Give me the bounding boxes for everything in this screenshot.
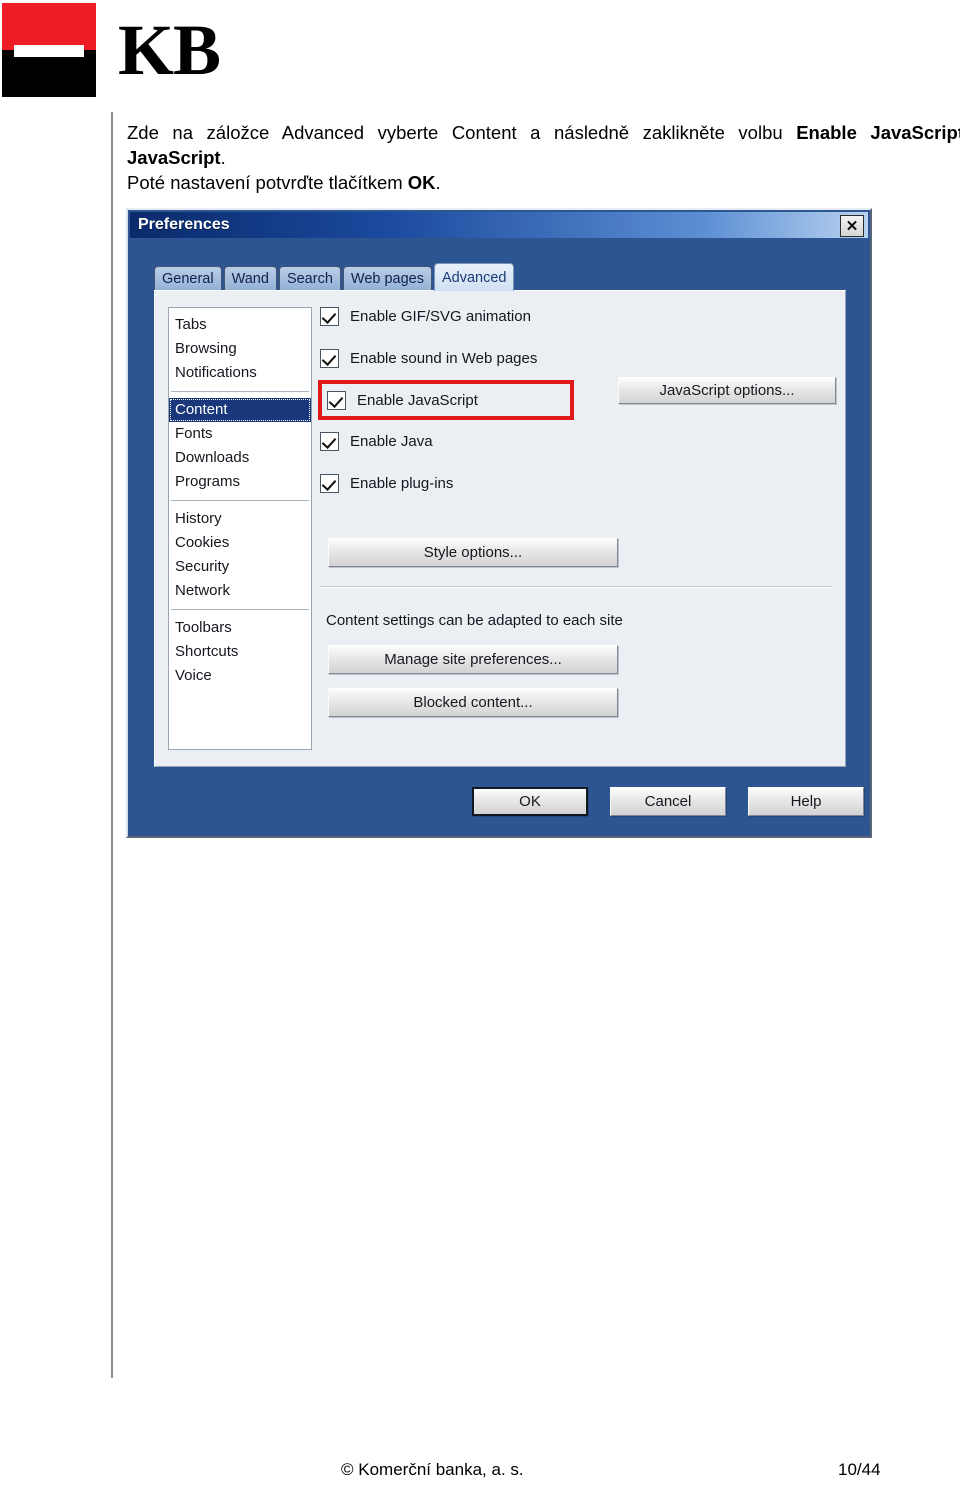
checkbox-label-gif-svg-animation: Enable GIF/SVG animation [350, 307, 531, 325]
tabstrip: General Wand Search Web pages Advanced [154, 262, 516, 291]
sidebar-item-content[interactable]: Content [169, 398, 311, 422]
category-list[interactable]: Tabs Browsing Notifications Content Font… [168, 307, 312, 750]
checkbox-enable-plugins[interactable] [320, 473, 339, 493]
sidebar-item-voice[interactable]: Voice [169, 664, 311, 688]
checkbox-row-sound-in-web-pages[interactable]: Enable sound in Web pages [318, 343, 834, 373]
sidebar-item-toolbars[interactable]: Toolbars [169, 616, 311, 640]
instruction-line-2-bold: OK [407, 172, 436, 193]
checkbox-enable-java[interactable] [320, 431, 339, 451]
tab-advanced[interactable]: Advanced [433, 263, 515, 291]
logo-red-half [2, 3, 96, 50]
checkbox-row-enable-java[interactable]: Enable Java [318, 426, 834, 456]
sidebar-item-cookies[interactable]: Cookies [169, 531, 311, 555]
sidebar-item-programs[interactable]: Programs [169, 470, 311, 494]
javascript-options-button[interactable]: JavaScript options... [618, 377, 836, 404]
instruction-line-2-period: . [435, 172, 441, 193]
instruction-bold-continuation: JavaScript [127, 147, 221, 168]
instruction-line-2: Poté nastavení potvrďte tlačítkem OK. [127, 170, 960, 195]
checkbox-enable-javascript[interactable] [327, 390, 346, 410]
checkbox-label-sound-in-web-pages: Enable sound in Web pages [350, 349, 538, 367]
checkbox-enable-sound-in-web-pages[interactable] [320, 348, 339, 368]
sidebar-item-network[interactable]: Network [169, 579, 311, 603]
sidebar-item-tabs[interactable]: Tabs [169, 313, 311, 337]
instruction-line-1-bold: Enable JavaScript [796, 122, 960, 143]
cancel-button[interactable]: Cancel [610, 787, 726, 816]
logo-black-half [2, 50, 96, 97]
content-settings-pane: Enable GIF/SVG animation Enable sound in… [318, 301, 836, 751]
instruction-line-1-period: . [220, 147, 226, 168]
logo-white-bar [14, 45, 84, 57]
checkbox-label-enable-plugins: Enable plug-ins [350, 474, 454, 492]
dialog-action-buttons: OK Cancel Help [472, 787, 864, 816]
instruction-line-1-text: Zde na záložce Advanced vyberte Content … [127, 122, 797, 143]
blocked-content-button[interactable]: Blocked content... [328, 688, 618, 717]
tab-wand[interactable]: Wand [223, 266, 277, 290]
instruction-text: Zde na záložce Advanced vyberte Content … [127, 120, 960, 195]
instruction-line-1-cont: JavaScript. [127, 145, 960, 170]
sidebar-item-notifications[interactable]: Notifications [169, 361, 311, 385]
sidebar-item-history[interactable]: History [169, 507, 311, 531]
tab-general[interactable]: General [154, 266, 222, 290]
preferences-dialog: Preferences ✕ General Wand Search Web pa… [126, 208, 872, 838]
sidebar-item-downloads[interactable]: Downloads [169, 446, 311, 470]
checkbox-row-enable-javascript[interactable]: Enable JavaScript [318, 380, 574, 420]
tab-web-pages[interactable]: Web pages [342, 266, 432, 290]
sidebar-item-fonts[interactable]: Fonts [169, 422, 311, 446]
checkbox-row-gif-svg-animation[interactable]: Enable GIF/SVG animation [318, 301, 834, 331]
help-button[interactable]: Help [748, 787, 864, 816]
manage-site-preferences-button[interactable]: Manage site preferences... [328, 645, 618, 674]
instruction-line-2-text: Poté nastavení potvrďte tlačítkem [127, 172, 408, 193]
sidebar-item-shortcuts[interactable]: Shortcuts [169, 640, 311, 664]
advanced-tab-panel: Tabs Browsing Notifications Content Font… [154, 290, 846, 767]
footer-page-number: 10/44 [838, 1460, 881, 1479]
checkbox-label-enable-javascript: Enable JavaScript [357, 391, 478, 409]
close-icon[interactable]: ✕ [840, 215, 864, 237]
sidebar-item-browsing[interactable]: Browsing [169, 337, 311, 361]
sidebar-separator-3 [171, 609, 309, 610]
checkbox-row-enable-plugins[interactable]: Enable plug-ins [318, 468, 834, 498]
instruction-line-1: Zde na záložce Advanced vyberte Content … [127, 120, 960, 145]
dialog-title: Preferences [138, 216, 230, 233]
ok-button[interactable]: OK [472, 787, 588, 816]
left-vertical-rule [111, 112, 113, 1378]
sidebar-item-security[interactable]: Security [169, 555, 311, 579]
pane-divider [320, 586, 832, 588]
style-options-button[interactable]: Style options... [328, 538, 618, 567]
site-settings-note: Content settings can be adapted to each … [326, 612, 623, 629]
checkbox-enable-gif-svg-animation[interactable] [320, 306, 339, 326]
tab-search[interactable]: Search [278, 266, 341, 290]
footer-copyright: © Komerční banka, a. s. [341, 1460, 524, 1479]
sidebar-separator-2 [171, 500, 309, 501]
kb-wordmark: KB [118, 10, 221, 90]
dialog-titlebar[interactable]: Preferences ✕ [130, 212, 868, 238]
checkbox-label-enable-java: Enable Java [350, 432, 433, 450]
sidebar-separator-1 [171, 391, 309, 392]
kb-logo-mark [2, 3, 96, 97]
